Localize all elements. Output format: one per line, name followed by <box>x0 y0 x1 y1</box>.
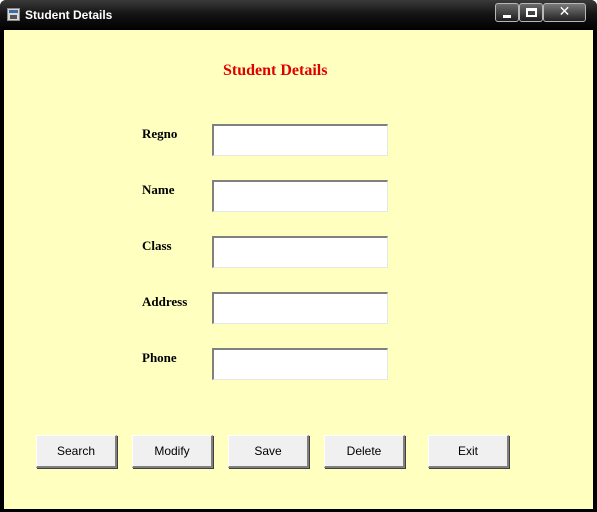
exit-button[interactable]: Exit <box>428 435 509 468</box>
form-area: Student Details Regno Name Class Address… <box>4 30 593 509</box>
close-icon: ✕ <box>558 4 571 20</box>
title-bar[interactable]: Student Details ✕ <box>0 0 597 30</box>
regno-input[interactable] <box>212 124 388 156</box>
search-button[interactable]: Search <box>36 435 117 468</box>
app-icon[interactable] <box>7 8 20 21</box>
class-label: Class <box>142 238 172 253</box>
delete-button[interactable]: Delete <box>324 435 405 468</box>
address-label: Address <box>142 294 188 309</box>
window-title: Student Details <box>25 8 113 22</box>
name-label: Name <box>142 182 175 197</box>
phone-input[interactable] <box>212 348 388 380</box>
minimize-button[interactable] <box>495 3 519 22</box>
window-border-right <box>593 30 597 512</box>
form-heading: Student Details <box>223 62 328 79</box>
regno-label: Regno <box>142 126 178 141</box>
class-input[interactable] <box>212 236 388 268</box>
maximize-button[interactable] <box>519 3 543 22</box>
maximize-icon <box>526 8 537 17</box>
close-button[interactable]: ✕ <box>543 3 586 22</box>
name-input[interactable] <box>212 180 388 212</box>
address-input[interactable] <box>212 292 388 324</box>
app-window: Student Details ✕ Student Details Regno … <box>0 0 597 512</box>
minimize-icon <box>503 15 511 18</box>
save-button[interactable]: Save <box>228 435 309 468</box>
modify-button[interactable]: Modify <box>132 435 213 468</box>
phone-label: Phone <box>142 350 177 365</box>
